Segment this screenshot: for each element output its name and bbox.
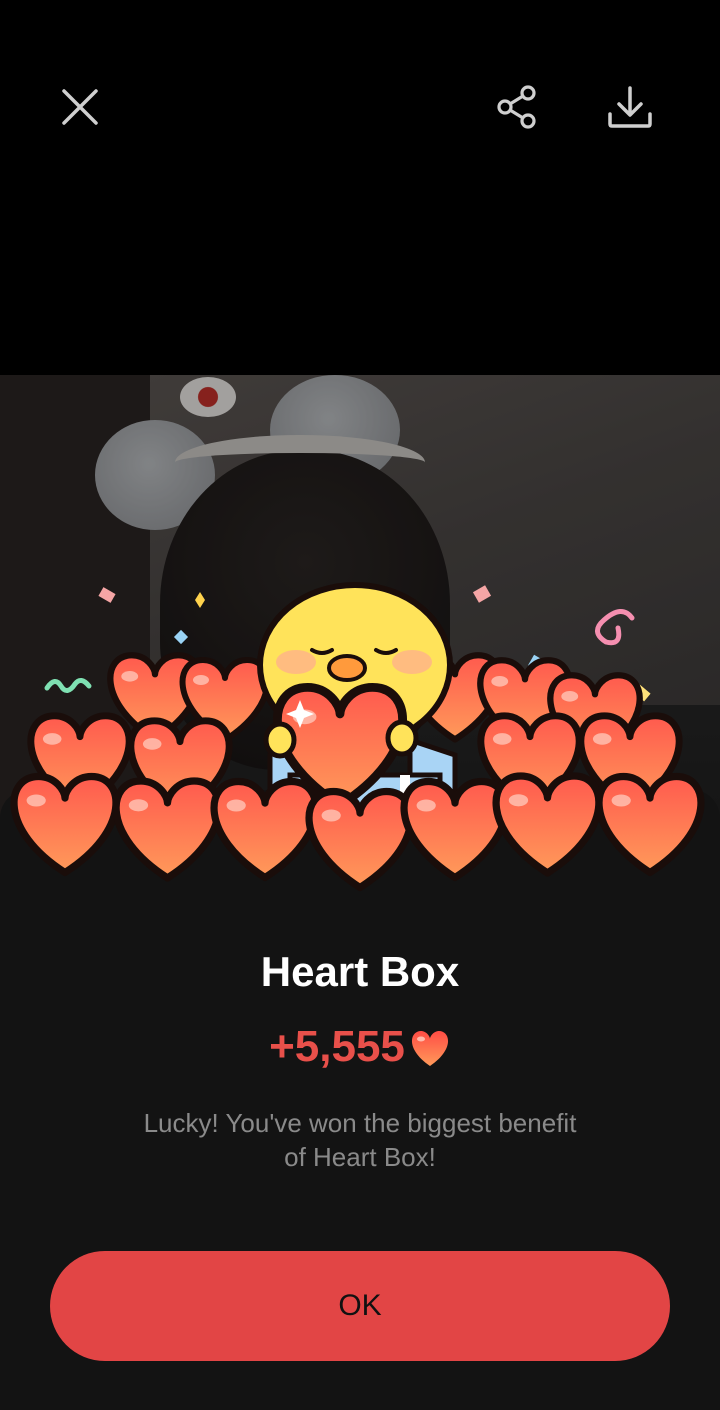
heart-icon — [411, 1031, 448, 1066]
reward-message-line-2: of Heart Box! — [284, 1142, 436, 1172]
heart-box-illustration — [0, 582, 720, 900]
close-button[interactable] — [50, 77, 110, 137]
download-icon — [608, 86, 652, 128]
download-button[interactable] — [600, 77, 660, 137]
reward-message: Lucky! You've won the biggest benefit of… — [110, 1106, 610, 1174]
reward-amount-row: +5,555 — [0, 1022, 720, 1072]
reward-amount: +5,555 — [269, 1022, 405, 1071]
reward-message-line-1: Lucky! You've won the biggest benefit — [143, 1108, 577, 1138]
close-icon — [62, 89, 98, 125]
ok-button[interactable]: OK — [50, 1251, 670, 1361]
reward-title: Heart Box — [260, 948, 460, 995]
share-icon — [497, 85, 536, 129]
top-bar — [0, 0, 720, 220]
share-button[interactable] — [488, 77, 548, 137]
